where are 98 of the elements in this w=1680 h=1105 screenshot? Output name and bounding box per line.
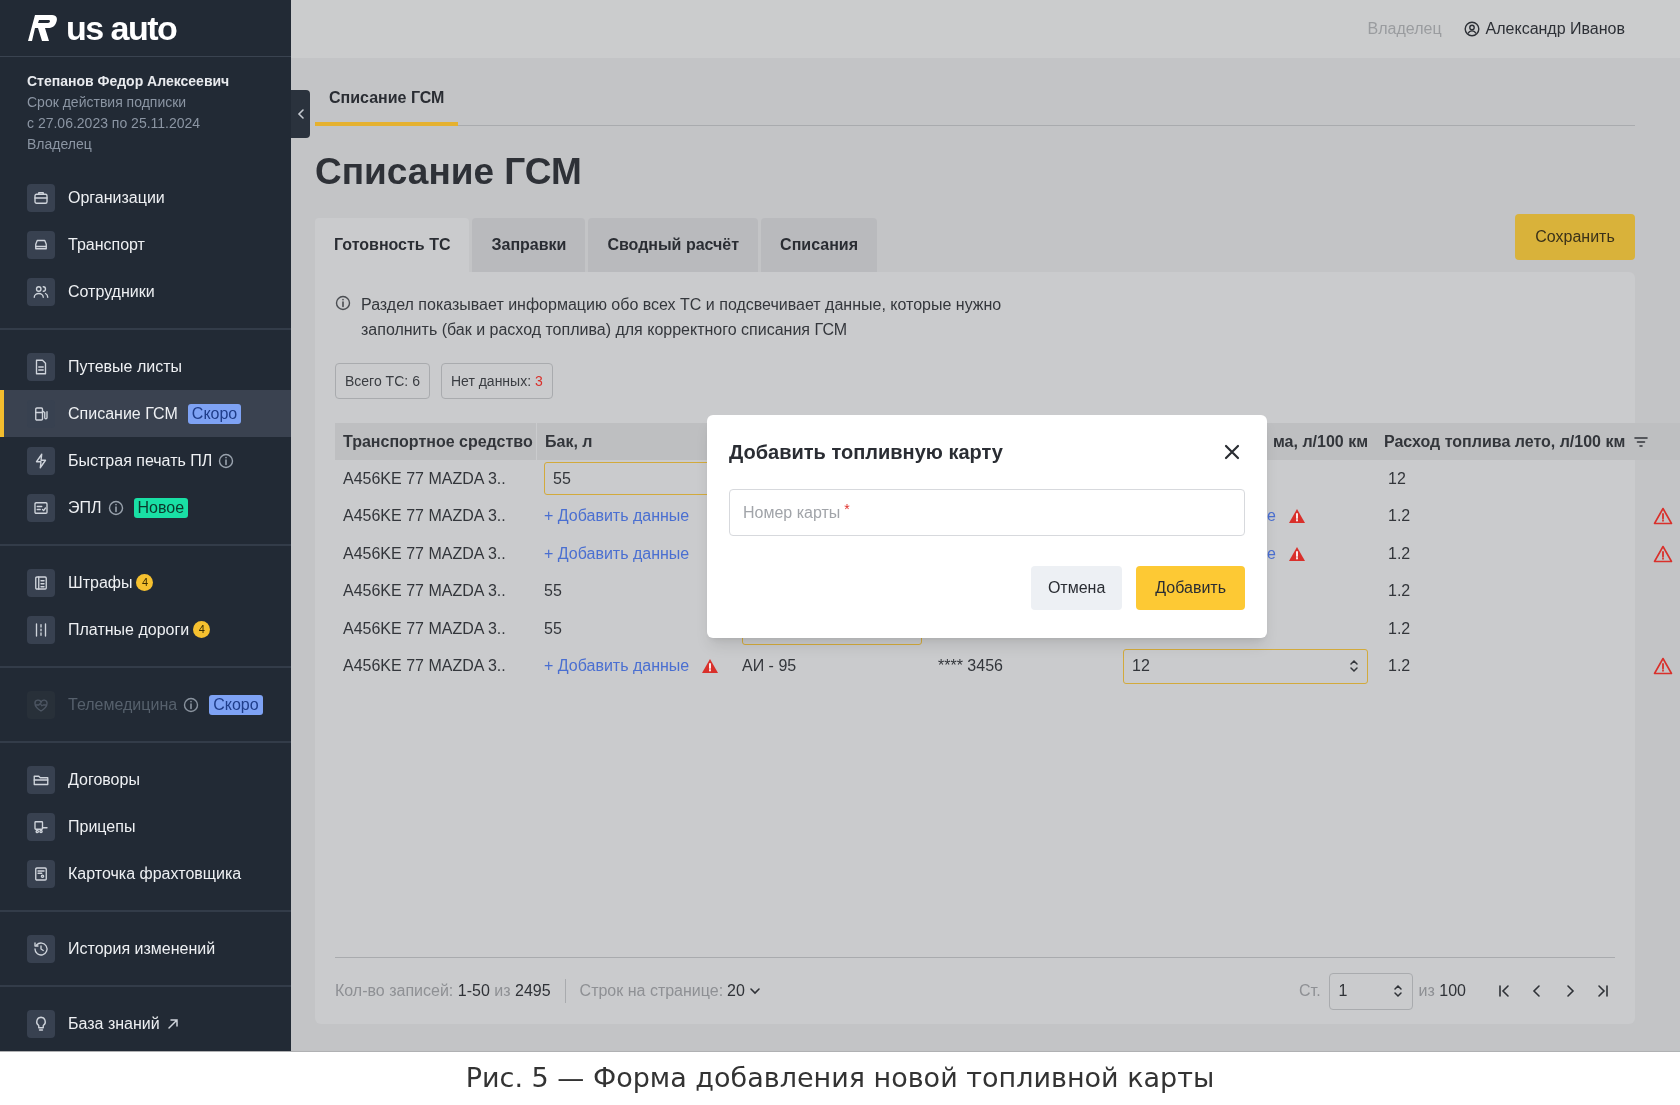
chip-value: 6 xyxy=(412,371,420,391)
nav-item[interactable]: Списание ГСМ Скоро xyxy=(0,390,291,437)
nav-item[interactable]: ЭПЛ Новое xyxy=(0,484,291,531)
user-role: Владелец xyxy=(27,135,93,154)
chip-label: Нет данных: xyxy=(450,371,532,391)
nav-item[interactable]: Прицепы xyxy=(0,803,291,850)
last-page-icon[interactable] xyxy=(1595,983,1611,999)
info-icon xyxy=(335,295,351,311)
people-icon xyxy=(27,277,55,306)
page-input[interactable]: 1 xyxy=(1328,972,1413,1010)
column-header: Бак, л xyxy=(545,431,593,452)
road-icon xyxy=(27,615,55,644)
table-cell-text: A456KE 77 MAZDA 3.. xyxy=(343,618,506,639)
logo-icon xyxy=(26,13,58,43)
nav-item[interactable]: Транспорт xyxy=(0,221,291,268)
folder-icon xyxy=(27,765,55,794)
nav-item[interactable]: Путевые листы xyxy=(0,343,291,390)
page-title: Списание ГСМ xyxy=(315,150,583,194)
collapse-button[interactable] xyxy=(291,90,310,138)
chevron-left-icon xyxy=(296,108,305,120)
records-count: Кол-во записей: 1-50 из 2495 xyxy=(335,981,551,1001)
table-cell-text: **** 3456 xyxy=(938,656,1003,677)
table-cell-text: 1.2 xyxy=(1388,618,1411,639)
figure-caption: Рис. 5 — Форма добавления новой топливной карты xyxy=(465,1061,1215,1096)
input-field[interactable]: Номер карты * xyxy=(729,489,1245,536)
page-total: из 100 xyxy=(1418,981,1466,1001)
table-cell-text: 55 xyxy=(544,581,562,602)
page-label: Ст. xyxy=(1299,981,1321,1001)
required-mark: * xyxy=(844,500,850,519)
add-button[interactable]: Добавить xyxy=(1136,566,1245,610)
cancel-button[interactable]: Отмена xyxy=(1030,566,1123,610)
save-button[interactable]: Сохранить xyxy=(1515,214,1635,260)
nav-item[interactable]: Быстрая печать ПЛ xyxy=(0,437,291,484)
user-icon xyxy=(1463,21,1480,37)
nav-item[interactable]: Сотрудники xyxy=(0,268,291,315)
column-header: Транспортное средство xyxy=(343,431,533,452)
nav-item[interactable]: История изменений xyxy=(0,925,291,972)
count-badge: 4 xyxy=(136,574,154,591)
user-name: Степанов Федор Алексеевич xyxy=(27,72,231,91)
user-menu[interactable]: Александр Иванов xyxy=(1463,17,1625,41)
table-cell-text: 55 xyxy=(544,618,562,639)
checklist-icon xyxy=(27,493,55,522)
tab[interactable]: Списания xyxy=(761,218,877,272)
table-cell-text: 1.2 xyxy=(1388,506,1411,527)
caret-icon xyxy=(748,987,761,995)
trailer-icon xyxy=(27,812,55,841)
table-cell-text: A456KE 77 MAZDA 3.. xyxy=(343,543,506,564)
nav-item[interactable]: Карточка фрахтовщика xyxy=(0,850,291,897)
nav-item[interactable]: Платные дороги 4 xyxy=(0,606,291,653)
external-link-icon xyxy=(165,1016,180,1031)
table-cell-text: A456KE 77 MAZDA 3.. xyxy=(343,581,506,602)
car-icon xyxy=(27,230,55,259)
count-badge: 4 xyxy=(193,621,211,638)
table-cell-text: 1.2 xyxy=(1388,543,1411,564)
column-header: Расход топлива лето, л/100 км xyxy=(1384,431,1626,452)
rows-per-page-select[interactable]: Строк на странице: 20 xyxy=(579,979,761,1003)
nav-item[interactable]: Договоры xyxy=(0,756,291,803)
nav-item[interactable]: База знаний xyxy=(0,1000,291,1047)
subscription-label: Срок действия подписки xyxy=(27,93,188,112)
tab[interactable]: Заправки xyxy=(472,218,586,272)
subscription-period: с 27.06.2023 по 25.11.2024 xyxy=(27,114,202,133)
chip-label: Всего ТС: xyxy=(345,371,409,391)
tab[interactable]: Готовность ТС xyxy=(315,218,470,272)
spinner-icon[interactable] xyxy=(1349,658,1359,675)
info-icon xyxy=(218,452,235,469)
document-icon xyxy=(27,352,55,381)
logo-text: us auto xyxy=(66,11,177,45)
page-tab[interactable]: Списание ГСМ xyxy=(315,86,459,126)
number-input[interactable]: 12 xyxy=(1123,648,1368,684)
status-badge: Новое xyxy=(133,497,189,518)
column-header: ма, л/100 км xyxy=(1273,431,1368,452)
bulb-icon xyxy=(27,1009,55,1038)
info-text: Раздел показывает информацию обо всех ТС и подсвечивает данные, которые нужно заполнить (бак и расход топлива) для корректного списания ГСМ xyxy=(361,295,1003,340)
first-page-icon[interactable] xyxy=(1496,983,1512,999)
status-badge: Скоро xyxy=(187,403,242,424)
status-badge: Скоро xyxy=(209,694,263,715)
history-icon xyxy=(27,934,55,963)
table-cell-text: A456KE 77 MAZDA 3.. xyxy=(343,468,506,489)
nav-item[interactable]: Штрафы 4 xyxy=(0,559,291,606)
list-icon xyxy=(27,568,55,597)
table-cell-text: АИ - 95 xyxy=(742,656,797,677)
briefcase-icon xyxy=(27,183,55,212)
spinner-icon[interactable] xyxy=(1392,983,1403,999)
table-cell-text: A456KE 77 MAZDA 3.. xyxy=(343,656,506,677)
table-cell-text: A456KE 77 MAZDA 3.. xyxy=(343,506,506,527)
tab[interactable]: Сводный расчёт xyxy=(588,218,759,272)
close-icon[interactable] xyxy=(1223,443,1241,461)
filter-icon[interactable] xyxy=(1633,434,1650,449)
lightning-icon xyxy=(27,446,55,475)
info-icon xyxy=(107,499,124,516)
id-card-icon xyxy=(27,859,55,888)
nav-item[interactable]: Организации xyxy=(0,174,291,221)
info-icon xyxy=(183,696,200,713)
table-cell-text: 1.2 xyxy=(1388,656,1411,677)
table-cell-text: 12 xyxy=(1388,468,1406,489)
chip-value: 3 xyxy=(535,371,543,391)
table-cell-text: 1.2 xyxy=(1388,581,1411,602)
modal-title: Добавить топливную карту xyxy=(729,440,1003,465)
